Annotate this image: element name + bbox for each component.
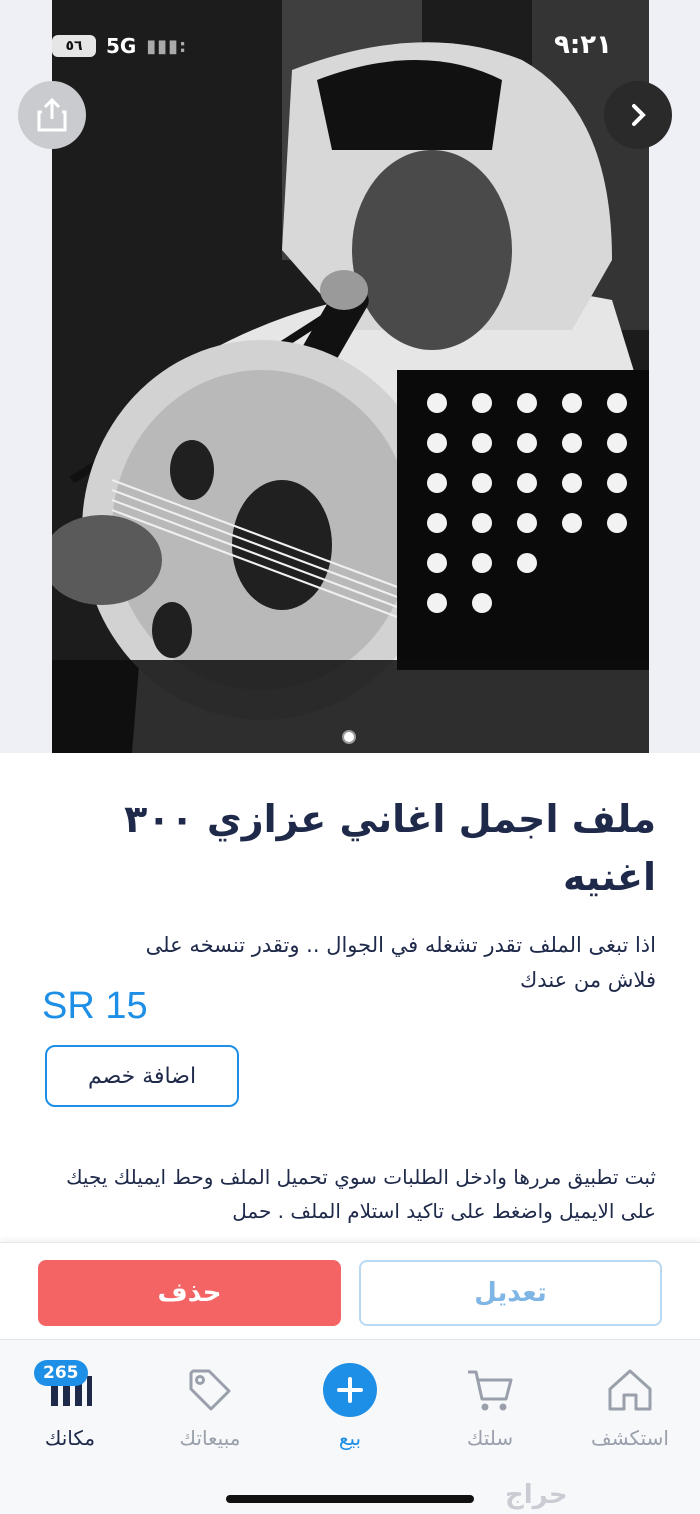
- network-label: 5G: [106, 34, 137, 58]
- signal-icon: ▮▮▮:: [146, 35, 188, 57]
- bottom-navigation: 265 مكانك مبيعاتك بيع سلتك استكشف حراج: [0, 1339, 700, 1514]
- add-discount-button[interactable]: اضافة خصم: [45, 1045, 239, 1107]
- delete-button[interactable]: حذف: [38, 1260, 341, 1326]
- share-icon: [37, 97, 67, 132]
- photo-illustration: [52, 0, 649, 753]
- battery-icon: ٥٦: [52, 35, 96, 57]
- chevron-right-icon: [632, 104, 646, 126]
- nav-item-sell[interactable]: بيع: [290, 1362, 410, 1450]
- nav-label-my-place: مكانك: [44, 1426, 96, 1450]
- nav-item-cart[interactable]: سلتك: [430, 1362, 550, 1450]
- product-photo[interactable]: [52, 0, 649, 753]
- edit-button[interactable]: تعديل: [359, 1260, 662, 1326]
- status-time: ٩:٢١: [553, 30, 612, 60]
- share-button[interactable]: [18, 81, 86, 149]
- nav-label-sales: مبيعاتك: [179, 1426, 241, 1450]
- nav-label-cart: سلتك: [466, 1426, 514, 1450]
- nav-label-sell: بيع: [338, 1426, 362, 1450]
- cart-icon: [468, 1370, 513, 1411]
- nav-item-sales[interactable]: مبيعاتك: [150, 1362, 270, 1450]
- nav-item-explore[interactable]: استكشف: [570, 1362, 690, 1450]
- nav-label-explore: استكشف: [591, 1426, 669, 1450]
- status-bar-left: ٥٦ 5G ▮▮▮:: [52, 34, 187, 58]
- home-indicator: [226, 1495, 474, 1503]
- gallery-page-indicator: [342, 730, 356, 744]
- tag-icon: [189, 1369, 231, 1411]
- listing-description: اذا تبغى الملف تقدر تشغله في الجوال .. و…: [145, 933, 656, 992]
- listing-action-bar: حذف تعديل: [0, 1242, 700, 1338]
- product-image-gallery[interactable]: ٥٦ 5G ▮▮▮: ٩:٢١: [0, 0, 700, 753]
- nav-item-my-place[interactable]: 265 مكانك: [10, 1360, 130, 1450]
- listing-title: ملف اجمل اغاني عزازي ٣٠٠ اغنيه: [124, 797, 656, 899]
- watermark-logo: حراج: [505, 1480, 568, 1510]
- listing-price: SR 15: [42, 985, 148, 1027]
- add-icon: [323, 1363, 377, 1417]
- notification-badge: 265: [34, 1360, 88, 1386]
- next-button[interactable]: [604, 81, 672, 149]
- listing-details: ثبت تطبيق مررها وادخل الطلبات سوي تحميل …: [66, 1165, 656, 1223]
- home-icon: [608, 1369, 652, 1411]
